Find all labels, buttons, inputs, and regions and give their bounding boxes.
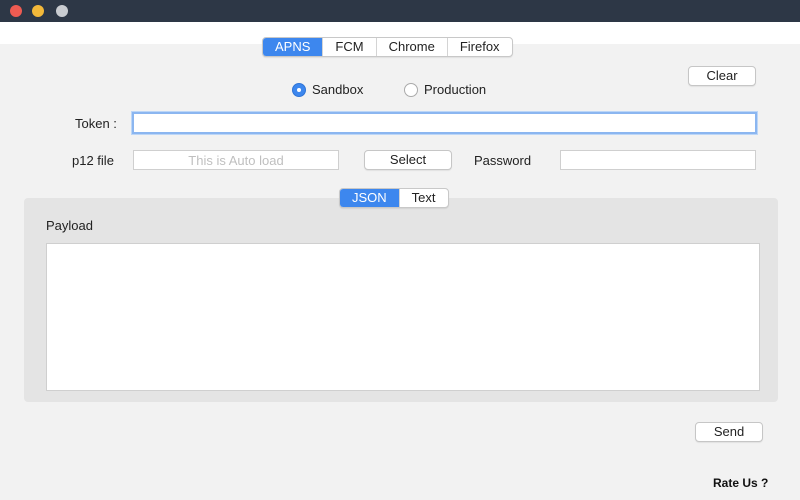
tab-chrome[interactable]: Chrome: [375, 38, 447, 56]
select-button[interactable]: Select: [364, 150, 452, 170]
tab-apns[interactable]: APNS: [263, 38, 323, 56]
app-window: APNS FCM Chrome Firefox Clear Sandbox Pr…: [0, 0, 800, 500]
send-button[interactable]: Send: [695, 422, 763, 442]
password-field[interactable]: [560, 150, 756, 170]
payload-label: Payload: [46, 218, 93, 233]
p12-file-field[interactable]: [133, 150, 339, 170]
radio-sandbox[interactable]: Sandbox: [292, 82, 363, 97]
close-window-icon[interactable]: [10, 5, 22, 17]
radio-checked-icon[interactable]: [292, 82, 306, 97]
radio-production-label: Production: [424, 82, 487, 97]
token-input[interactable]: [132, 112, 757, 134]
tab-json[interactable]: JSON: [340, 189, 399, 207]
tab-fcm[interactable]: FCM: [322, 38, 375, 56]
radio-sandbox-label: Sandbox: [312, 82, 364, 97]
radio-unchecked-icon[interactable]: [404, 82, 418, 97]
platform-tabs: APNS FCM Chrome Firefox: [262, 37, 513, 57]
token-label: Token :: [75, 116, 117, 131]
tab-text[interactable]: Text: [398, 189, 448, 207]
zoom-window-icon[interactable]: [56, 5, 68, 17]
payload-textarea[interactable]: [46, 243, 760, 391]
p12-file-label: p12 file: [72, 153, 114, 168]
radio-production[interactable]: Production: [404, 82, 486, 97]
clear-button[interactable]: Clear: [688, 66, 756, 86]
rate-us-link[interactable]: Rate Us ?: [713, 476, 768, 490]
minimize-window-icon[interactable]: [32, 5, 44, 17]
password-label: Password: [474, 153, 532, 168]
tab-firefox[interactable]: Firefox: [446, 38, 512, 56]
title-bar: [0, 0, 800, 22]
format-tabs: JSON Text: [339, 188, 449, 208]
